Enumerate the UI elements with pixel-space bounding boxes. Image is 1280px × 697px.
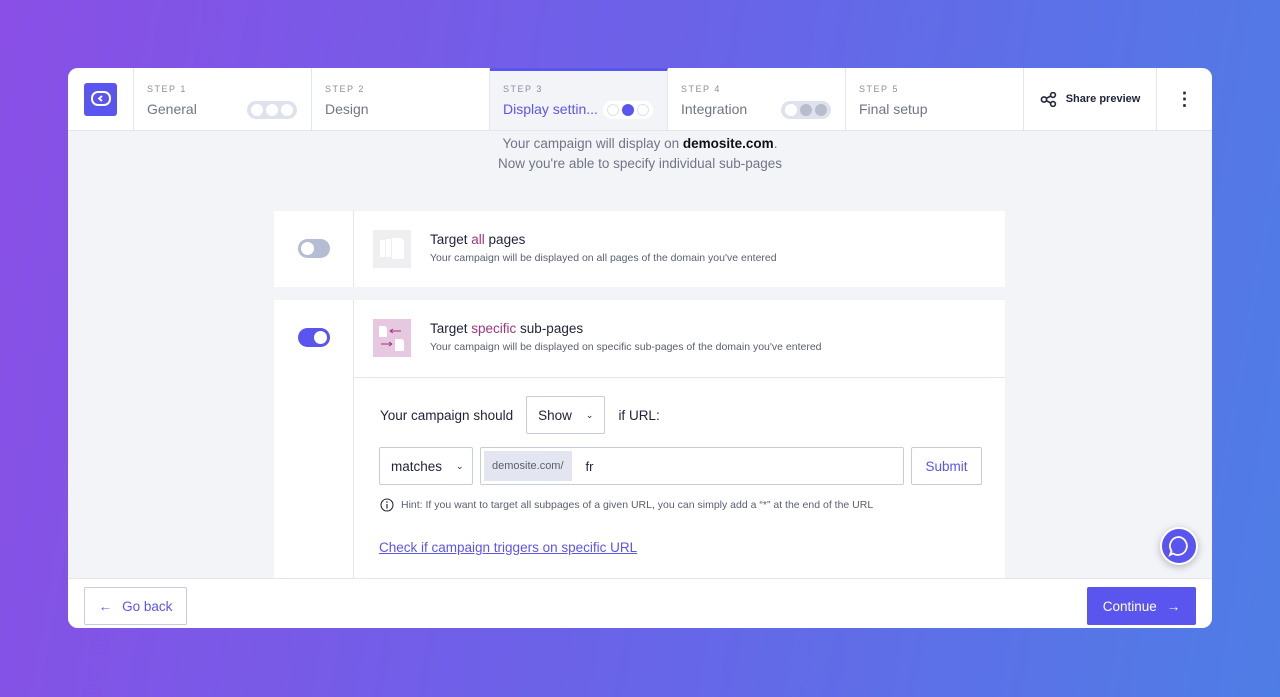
all-pages-toggle[interactable] <box>297 239 330 258</box>
logo-icon <box>90 91 111 106</box>
match-type-select[interactable]: matches ⌄ <box>379 447 473 485</box>
share-preview-button[interactable]: Share preview <box>1024 68 1157 130</box>
show-hide-select[interactable]: Show ⌄ <box>526 396 606 434</box>
option-all-pages: Target all pages Your campaign will be di… <box>274 211 1005 287</box>
url-input[interactable]: demosite.com/fr <box>480 447 904 485</box>
chat-icon <box>1168 536 1188 557</box>
continue-button[interactable]: Continue → <box>1087 587 1196 625</box>
step-progress <box>781 101 831 119</box>
chevron-down-icon: ⌄ <box>585 409 594 420</box>
chevron-down-icon: ⌄ <box>456 460 464 471</box>
step-4[interactable]: STEP 4 Integration <box>668 68 846 130</box>
check-url-link[interactable]: Check if campaign triggers on specific U… <box>379 540 637 555</box>
option-title: Target all pages <box>430 232 526 247</box>
step-1[interactable]: STEP 1 General <box>134 68 312 130</box>
chat-button[interactable] <box>1160 527 1198 565</box>
submit-button[interactable]: Submit <box>911 447 982 485</box>
option-specific-pages: Target specific sub-pages Your campaign w… <box>274 300 1005 578</box>
pages-icon <box>373 230 411 268</box>
divider <box>354 377 1005 378</box>
step-3[interactable]: STEP 3 Display settin... <box>490 68 668 130</box>
intro-text: Your campaign will display on demosite.c… <box>498 136 782 171</box>
more-options-button[interactable]: ⋮ <box>1157 68 1212 130</box>
step-2[interactable]: STEP 2 Design <box>312 68 490 130</box>
specific-pages-toggle[interactable] <box>297 328 330 347</box>
step-5[interactable]: STEP 5 Final setup <box>846 68 1024 130</box>
option-title: Target specific sub-pages <box>430 321 584 336</box>
arrow-right-icon: → <box>1166 598 1181 614</box>
more-vertical-icon: ⋮ <box>1175 88 1194 109</box>
stepper-header: STEP 1 General STEP 2 Design STEP 3 Display… <box>68 68 1212 131</box>
url-rule-row: matches ⌄ demosite.com/fr Submit <box>379 447 982 485</box>
rule-sentence: Your campaign should Show ⌄ if URL: <box>380 396 660 434</box>
go-back-button[interactable]: ← Go back <box>84 587 187 625</box>
step-progress <box>247 101 297 119</box>
subpages-icon <box>373 319 411 357</box>
hint: Hint: If you want to target all subpages… <box>380 498 873 512</box>
share-icon <box>1040 91 1056 107</box>
step-progress <box>603 101 653 119</box>
logo[interactable] <box>68 68 134 130</box>
campaign-editor: STEP 1 General STEP 2 Design STEP 3 Display… <box>68 68 1212 628</box>
info-icon <box>380 498 394 512</box>
arrow-left-icon: ← <box>98 598 113 614</box>
footer: ← Go back Continue → <box>68 578 1212 628</box>
